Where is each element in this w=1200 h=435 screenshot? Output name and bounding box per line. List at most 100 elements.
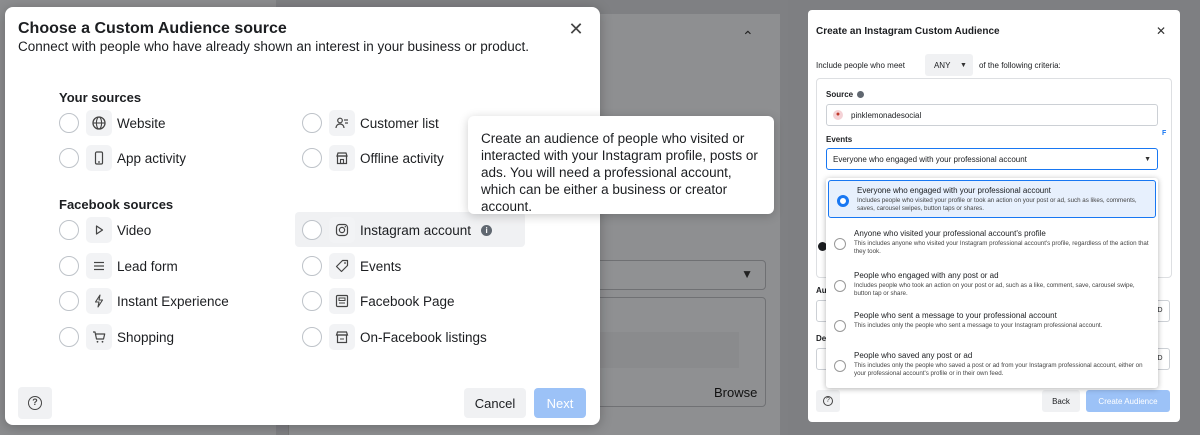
question-icon: ? — [823, 396, 833, 406]
option-facebook-page[interactable]: Facebook Page — [302, 287, 455, 315]
dialog-title: Create an Instagram Custom Audience — [816, 26, 1000, 37]
option-label: Events — [360, 258, 402, 274]
description-label-peek: De — [816, 334, 827, 343]
info-icon[interactable] — [857, 91, 865, 99]
events-value: Everyone who engaged with your professio… — [833, 154, 1027, 164]
store-icon — [329, 145, 355, 171]
option-instant-experience[interactable]: Instant Experience — [59, 287, 229, 315]
list-icon — [86, 253, 112, 279]
radio-button[interactable] — [302, 256, 322, 276]
instagram-icon — [329, 217, 355, 243]
option-title: People who saved any post or ad — [854, 351, 973, 360]
option-label: On-Facebook listings — [360, 329, 487, 345]
option-website[interactable]: Website — [59, 109, 166, 137]
criteria-suffix: of the following criteria: — [978, 60, 1061, 70]
option-description: This includes only the people who saved … — [854, 362, 1143, 378]
option-label: App activity — [117, 150, 187, 166]
facebook-sources-heading: Facebook sources — [59, 197, 174, 212]
caret-down-icon: ▼ — [741, 267, 753, 281]
criteria-select[interactable]: ANY ▼ — [924, 54, 973, 76]
question-icon: ? — [28, 396, 42, 410]
radio-button[interactable] — [834, 280, 846, 292]
custom-audience-source-dialog: Choose a Custom Audience source Connect … — [5, 7, 600, 425]
event-option-engaged[interactable]: Everyone who engaged with your professio… — [828, 180, 1156, 218]
listing-icon — [329, 324, 355, 350]
option-label: Video — [117, 222, 152, 238]
create-audience-button[interactable]: Create Audience — [1086, 390, 1170, 412]
option-events[interactable]: Events — [302, 252, 401, 280]
event-option-saved-post[interactable]: People who saved any post or ad This inc… — [826, 346, 1158, 382]
instagram-account-tooltip: Create an audience of people who visited… — [468, 116, 774, 214]
option-title: Anyone who visited your professional acc… — [854, 229, 1046, 238]
radio-button[interactable] — [59, 113, 79, 133]
option-label: Customer list — [360, 115, 439, 131]
radio-button[interactable] — [834, 360, 846, 372]
option-on-facebook-listings[interactable]: On-Facebook listings — [302, 323, 487, 351]
source-value: pinklemonadesocial — [851, 110, 922, 120]
back-button[interactable]: Back — [1042, 390, 1080, 412]
close-icon[interactable]: ✕ — [1156, 24, 1166, 38]
events-select[interactable]: Everyone who engaged with your professio… — [826, 148, 1158, 170]
radio-button[interactable] — [59, 327, 79, 347]
option-label: Lead form — [117, 258, 178, 274]
option-title: People who sent a message to your profes… — [854, 311, 1057, 320]
event-option-sent-message[interactable]: People who sent a message to your profes… — [826, 306, 1158, 336]
radio-button[interactable] — [59, 148, 79, 168]
option-title: Everyone who engaged with your professio… — [857, 186, 1051, 195]
option-shopping[interactable]: Shopping — [59, 323, 174, 351]
option-app-activity[interactable]: App activity — [59, 144, 186, 172]
help-button[interactable]: ? — [18, 387, 52, 419]
radio-button[interactable] — [59, 256, 79, 276]
option-label: Facebook Page — [360, 293, 455, 309]
radio-button[interactable] — [834, 320, 846, 332]
radio-button[interactable] — [834, 238, 846, 250]
event-option-visited-profile[interactable]: Anyone who visited your professional acc… — [826, 224, 1158, 260]
event-option-engaged-post[interactable]: People who engaged with any post or ad I… — [826, 266, 1158, 302]
option-label: Offline activity — [360, 150, 444, 166]
radio-button[interactable] — [302, 327, 322, 347]
option-label: Website — [117, 115, 166, 131]
criteria-value: ANY — [933, 60, 951, 70]
cancel-button[interactable]: Cancel — [464, 388, 526, 418]
radio-button[interactable] — [59, 291, 79, 311]
option-instagram-account[interactable]: Instagram account i — [302, 216, 493, 244]
dialog-subtitle: Connect with people who have already sho… — [18, 39, 530, 54]
caret-down-icon: ▼ — [960, 61, 967, 69]
option-lead-form[interactable]: Lead form — [59, 252, 178, 280]
background-browse-label: Browse — [714, 385, 758, 400]
source-select[interactable]: ● pinklemonadesocial — [826, 104, 1158, 126]
caret-down-icon: ▼ — [1144, 155, 1151, 163]
option-description: Includes people who visited your profile… — [857, 197, 1137, 213]
option-title: People who engaged with any post or ad — [854, 271, 999, 280]
radio-button[interactable] — [302, 220, 322, 240]
globe-icon — [86, 110, 112, 136]
info-icon[interactable]: i — [481, 224, 493, 236]
days-peek-label: D — [1157, 307, 1163, 314]
days-peek-label-2: D — [1157, 355, 1163, 362]
page-icon — [329, 288, 355, 314]
chevron-up-icon: ⌃ — [742, 28, 754, 44]
next-button[interactable]: Next — [534, 388, 586, 418]
radio-button[interactable] — [59, 220, 79, 240]
account-avatar-icon: ● — [833, 110, 843, 120]
radio-button[interactable] — [302, 113, 322, 133]
option-offline-activity[interactable]: Offline activity — [302, 144, 444, 172]
close-icon[interactable]: ✕ — [566, 19, 586, 39]
criteria-row: Include people who meet ANY ▼ of the fol… — [816, 54, 1061, 76]
option-video[interactable]: Video — [59, 216, 151, 244]
bolt-icon — [86, 288, 112, 314]
your-sources-heading: Your sources — [59, 90, 142, 105]
radio-button[interactable] — [302, 148, 322, 168]
radio-button[interactable] — [302, 291, 322, 311]
instagram-custom-audience-dialog: Create an Instagram Custom Audience ✕ In… — [808, 10, 1180, 422]
events-dropdown-menu: Everyone who engaged with your professio… — [826, 178, 1158, 388]
criteria-prefix: Include people who meet — [816, 60, 905, 70]
tag-icon — [329, 253, 355, 279]
option-description: This includes anyone who visited your In… — [854, 240, 1149, 256]
source-label: Source — [826, 90, 865, 99]
right-edge-peek: F — [1162, 130, 1167, 137]
option-customer-list[interactable]: Customer list — [302, 109, 439, 137]
help-button[interactable]: ? — [816, 390, 840, 412]
radio-button[interactable] — [837, 195, 849, 207]
events-label: Events — [826, 135, 853, 144]
